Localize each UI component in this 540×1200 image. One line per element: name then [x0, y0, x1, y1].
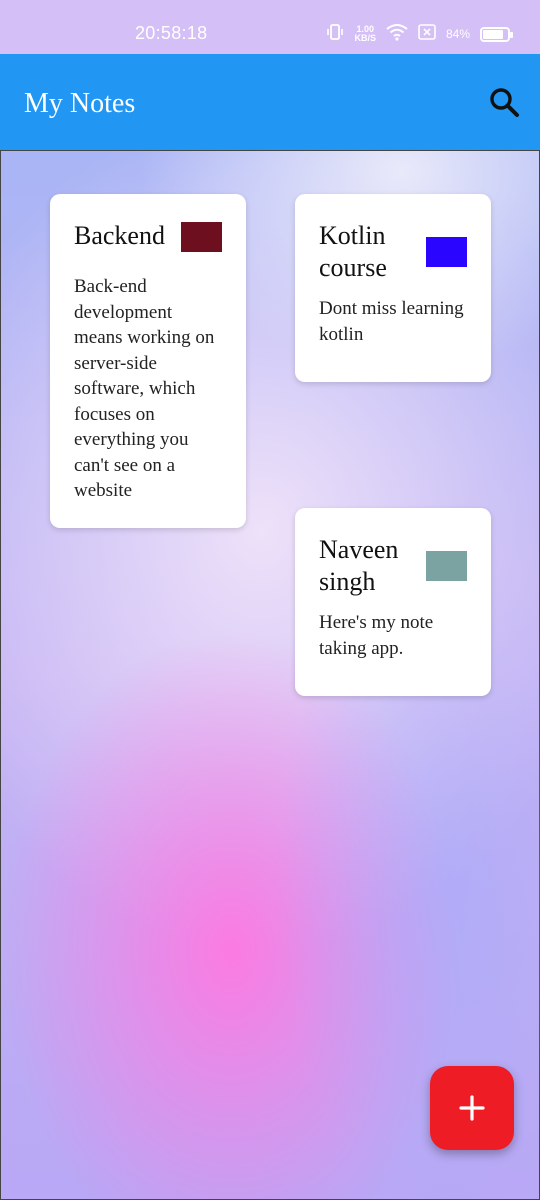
search-icon: [490, 88, 519, 117]
note-color-swatch: [181, 222, 222, 252]
note-card-naveen-singh[interactable]: Naveen singh Here's my note taking app.: [295, 508, 491, 696]
note-title: Naveen singh: [319, 535, 399, 596]
battery-icon: [480, 26, 513, 42]
note-color-swatch: [426, 237, 467, 267]
plus-icon: [459, 1095, 485, 1121]
note-title: Kotlin course: [319, 221, 387, 282]
add-note-button[interactable]: [430, 1066, 514, 1150]
app-title: My Notes: [24, 88, 136, 119]
network-speed-unit: KB/S: [354, 33, 376, 43]
note-title: Backend: [74, 221, 165, 250]
network-speed: 1.00 KB/S: [354, 25, 376, 43]
status-icons: 1.00 KB/S 84%: [326, 21, 513, 47]
vibrate-icon: [326, 23, 344, 46]
wifi-icon: [386, 23, 408, 46]
battery-fill: [483, 29, 503, 39]
app-screen: 20:58:18 1.00 KB/S 84% My Notes Backend …: [0, 0, 540, 1200]
battery-percent: 84%: [445, 27, 470, 41]
status-bar: 20:58:18 1.00 KB/S 84%: [0, 0, 540, 54]
sim-off-icon: [418, 23, 436, 45]
app-bar: My Notes: [0, 54, 540, 150]
note-body: Dont miss learning kotlin: [319, 298, 464, 345]
notes-grid: Backend Back-end development means worki…: [0, 150, 540, 1200]
note-card-backend[interactable]: Backend Back-end development means worki…: [50, 194, 246, 528]
note-color-swatch: [426, 551, 467, 581]
search-button[interactable]: [486, 84, 522, 120]
note-card-kotlin-course[interactable]: Kotlin course Dont miss learning kotlin: [295, 194, 491, 382]
note-body: Here's my note taking app.: [319, 612, 434, 659]
status-time: 20:58:18: [135, 23, 208, 43]
note-body: Back-end development means working on se…: [74, 276, 215, 501]
